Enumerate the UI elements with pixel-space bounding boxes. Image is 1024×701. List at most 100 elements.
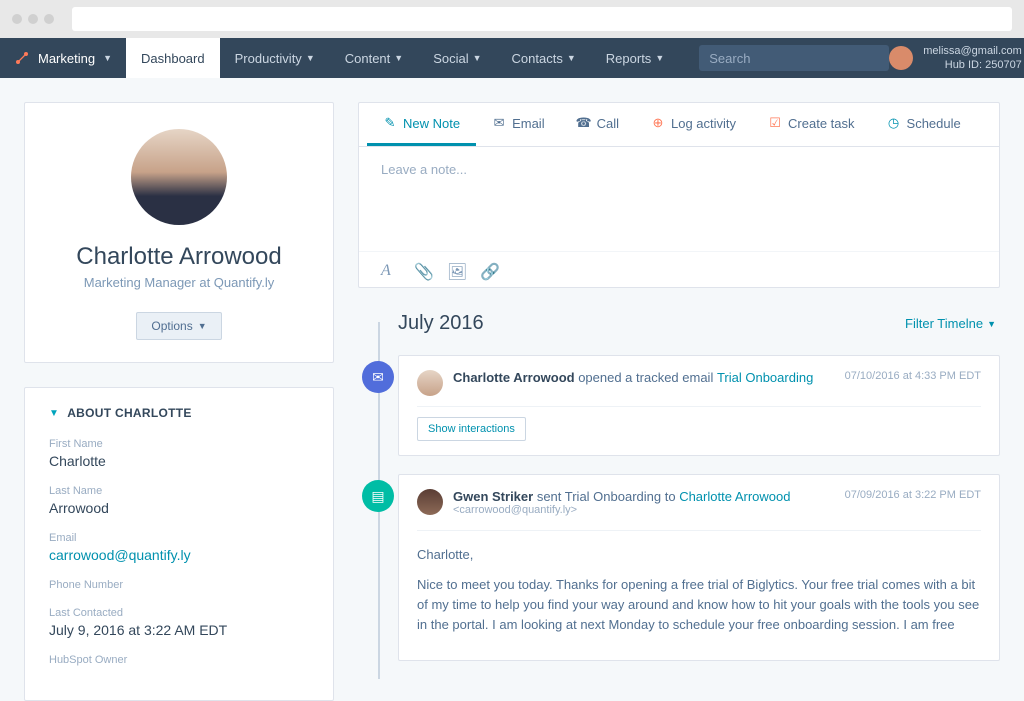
workspace: Charlotte Arrowood Marketing Manager at … [0, 78, 1024, 640]
window-minimize-dot[interactable] [28, 14, 38, 24]
event-target-link[interactable]: Charlotte Arrowood [679, 489, 790, 504]
tab-log-activity[interactable]: ⊕ Log activity [635, 103, 752, 146]
browser-chrome [0, 0, 1024, 38]
tab-email-label: Email [512, 116, 545, 131]
phone-label: Phone Number [49, 579, 309, 591]
user-hub-id: Hub ID: 250707 [923, 58, 1022, 72]
field-last-contacted[interactable]: Last Contacted July 9, 2016 at 3:22 AM E… [49, 607, 309, 638]
user-info: melissa@gmail.com Hub ID: 250707 [923, 44, 1022, 73]
nav-reports-label: Reports [606, 51, 652, 66]
event-recipient-address: <carrowood@quantify.ly> [453, 504, 835, 516]
nav-reports[interactable]: Reports▼ [591, 38, 679, 78]
event-description: Gwen Striker sent Trial Onboarding to Ch… [453, 489, 835, 516]
clock-icon: ◷ [887, 116, 901, 130]
tab-schedule[interactable]: ◷ Schedule [871, 103, 977, 146]
nav-productivity[interactable]: Productivity▼ [220, 38, 330, 78]
owner-label: HubSpot Owner [49, 654, 309, 666]
chevron-down-icon: ▼ [655, 53, 664, 63]
event-timestamp: 07/09/2016 at 3:22 PM EDT [845, 489, 981, 501]
url-bar[interactable] [72, 7, 1012, 31]
actor-avatar [417, 370, 443, 396]
note-placeholder: Leave a note... [381, 162, 467, 177]
filter-timeline-button[interactable]: Filter Timelne ▼ [905, 316, 996, 331]
actor-avatar [417, 489, 443, 515]
last-contacted-value: July 9, 2016 at 3:22 AM EDT [49, 622, 309, 638]
attachment-icon[interactable]: 📎 [414, 262, 429, 277]
top-navigation: Marketing ▼ Dashboard Productivity▼ Cont… [0, 38, 1024, 78]
nav-dashboard[interactable]: Dashboard [126, 38, 220, 78]
nav-content-label: Content [345, 51, 391, 66]
check-icon: ☑ [768, 116, 782, 130]
last-name-label: Last Name [49, 485, 309, 497]
event-description: Charlotte Arrowood opened a tracked emai… [453, 370, 835, 385]
chevron-down-icon: ▼ [198, 321, 207, 331]
email-value: carrowood@quantify.ly [49, 547, 309, 563]
field-phone[interactable]: Phone Number [49, 579, 309, 591]
right-column: ✎ New Note ✉ Email ☎ Call ⊕ Log activity… [358, 102, 1000, 616]
event-subject-link[interactable]: Trial Onboarding [717, 370, 813, 385]
nav-content[interactable]: Content▼ [330, 38, 418, 78]
options-button-label: Options [151, 319, 192, 333]
tab-email[interactable]: ✉ Email [476, 103, 561, 146]
nav-contacts[interactable]: Contacts ▼ [497, 38, 591, 78]
contact-avatar [131, 129, 227, 225]
link-icon[interactable]: 🔗 [480, 262, 495, 277]
tab-call[interactable]: ☎ Call [561, 103, 635, 146]
tab-create-task[interactable]: ☑ Create task [752, 103, 870, 146]
window-zoom-dot[interactable] [44, 14, 54, 24]
email-open-badge-icon: ✉ [362, 361, 394, 393]
about-card: ▼ ABOUT CHARLOTTE First Name Charlotte L… [24, 387, 334, 701]
phone-icon: ☎ [577, 116, 591, 130]
user-menu[interactable]: melissa@gmail.com Hub ID: 250707 [889, 44, 1024, 73]
tab-new-note-label: New Note [403, 116, 460, 131]
nav-dashboard-label: Dashboard [141, 51, 205, 66]
about-header[interactable]: ▼ ABOUT CHARLOTTE [49, 406, 309, 420]
user-email: melissa@gmail.com [923, 44, 1022, 58]
tab-create-task-label: Create task [788, 116, 854, 131]
nav-contacts-label: Contacts [512, 51, 563, 66]
field-owner[interactable]: HubSpot Owner [49, 654, 309, 666]
chevron-down-icon: ▼ [394, 53, 403, 63]
text-format-icon[interactable]: A [381, 262, 396, 277]
event-card: Charlotte Arrowood opened a tracked emai… [398, 355, 1000, 456]
timeline-event-sent: ▤ Gwen Striker sent Trial Onboarding to … [398, 474, 1000, 661]
timeline-event-open: ✉ Charlotte Arrowood opened a tracked em… [398, 355, 1000, 456]
first-name-label: First Name [49, 438, 309, 450]
contact-title: Marketing Manager at Quantify.ly [84, 275, 275, 290]
global-search[interactable] [699, 45, 889, 71]
filter-timeline-label: Filter Timelne [905, 316, 983, 331]
show-interactions-button[interactable]: Show interactions [417, 417, 526, 441]
activity-panel: ✎ New Note ✉ Email ☎ Call ⊕ Log activity… [358, 102, 1000, 288]
note-input[interactable]: Leave a note... [359, 147, 999, 251]
event-body: Charlotte, Nice to meet you today. Thank… [417, 530, 981, 636]
tab-new-note[interactable]: ✎ New Note [367, 103, 476, 146]
field-last-name[interactable]: Last Name Arrowood [49, 485, 309, 516]
left-column: Charlotte Arrowood Marketing Manager at … [24, 102, 334, 616]
chevron-down-icon: ▼ [306, 53, 315, 63]
event-verb: sent Trial Onboarding to [533, 489, 679, 504]
pencil-icon: ✎ [383, 116, 397, 130]
field-email[interactable]: Email carrowood@quantify.ly [49, 532, 309, 563]
chevron-down-icon: ▼ [987, 319, 996, 329]
brand-area[interactable]: Marketing ▼ [0, 50, 126, 66]
caret-down-icon: ▼ [49, 408, 59, 419]
event-verb: opened a tracked email [575, 370, 717, 385]
options-button[interactable]: Options ▼ [136, 312, 221, 340]
contact-name: Charlotte Arrowood [76, 243, 281, 271]
field-first-name[interactable]: First Name Charlotte [49, 438, 309, 469]
event-body-text: Nice to meet you today. Thanks for openi… [417, 575, 981, 635]
user-avatar [889, 46, 913, 70]
first-name-value: Charlotte [49, 453, 309, 469]
nav-social[interactable]: Social▼ [418, 38, 496, 78]
chevron-down-icon: ▼ [567, 53, 576, 63]
search-input[interactable] [699, 45, 889, 71]
image-icon[interactable]: 🖼 [447, 262, 462, 277]
window-close-dot[interactable] [12, 14, 22, 24]
note-toolbar: A 📎 🖼 🔗 [359, 251, 999, 287]
email-sent-badge-icon: ▤ [362, 480, 394, 512]
contact-profile-card: Charlotte Arrowood Marketing Manager at … [24, 102, 334, 363]
chevron-down-icon: ▼ [103, 53, 112, 63]
tab-log-activity-label: Log activity [671, 116, 736, 131]
last-contacted-label: Last Contacted [49, 607, 309, 619]
about-heading: ABOUT CHARLOTTE [67, 406, 192, 420]
